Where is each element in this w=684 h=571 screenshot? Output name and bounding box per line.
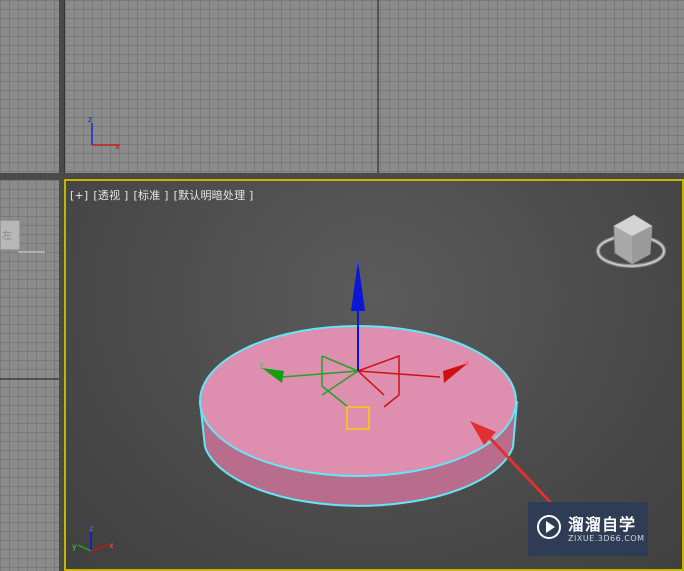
front-axis-x-label: x — [115, 142, 120, 151]
tripod-y-label: y — [72, 542, 77, 551]
front-axis-z-label: z — [88, 115, 92, 124]
front-viewport[interactable]: z x — [64, 0, 684, 173]
gizmo-y-label: y — [259, 360, 265, 370]
gizmo-z-label: z — [355, 260, 360, 270]
watermark-subtitle: ZIXUE.3D66.COM — [568, 534, 645, 543]
front-axis-tripod-icon: z x — [88, 115, 120, 151]
watermark-title: 溜溜自学 — [568, 515, 637, 534]
top-left-viewport[interactable] — [0, 0, 59, 173]
tripod-z-label: z — [89, 524, 93, 533]
left-viewport-overlay — [0, 251, 59, 380]
watermark-logo-icon — [537, 515, 561, 539]
perspective-axis-tripod-icon: z x y — [72, 524, 114, 552]
tripod-x-label: x — [109, 541, 114, 550]
gizmo-x-label: x — [464, 359, 470, 369]
perspective-viewport[interactable]: [+] [透视 ] [标准 ] [默认明暗处理 ] z y x z x y 溜溜… — [64, 179, 684, 571]
front-viewport-overlay: z x — [88, 0, 379, 173]
left-viewport[interactable]: 左 — [0, 180, 59, 571]
watermark: 溜溜自学 ZIXUE.3D66.COM — [528, 502, 648, 556]
viewcube-icon[interactable] — [596, 214, 666, 268]
